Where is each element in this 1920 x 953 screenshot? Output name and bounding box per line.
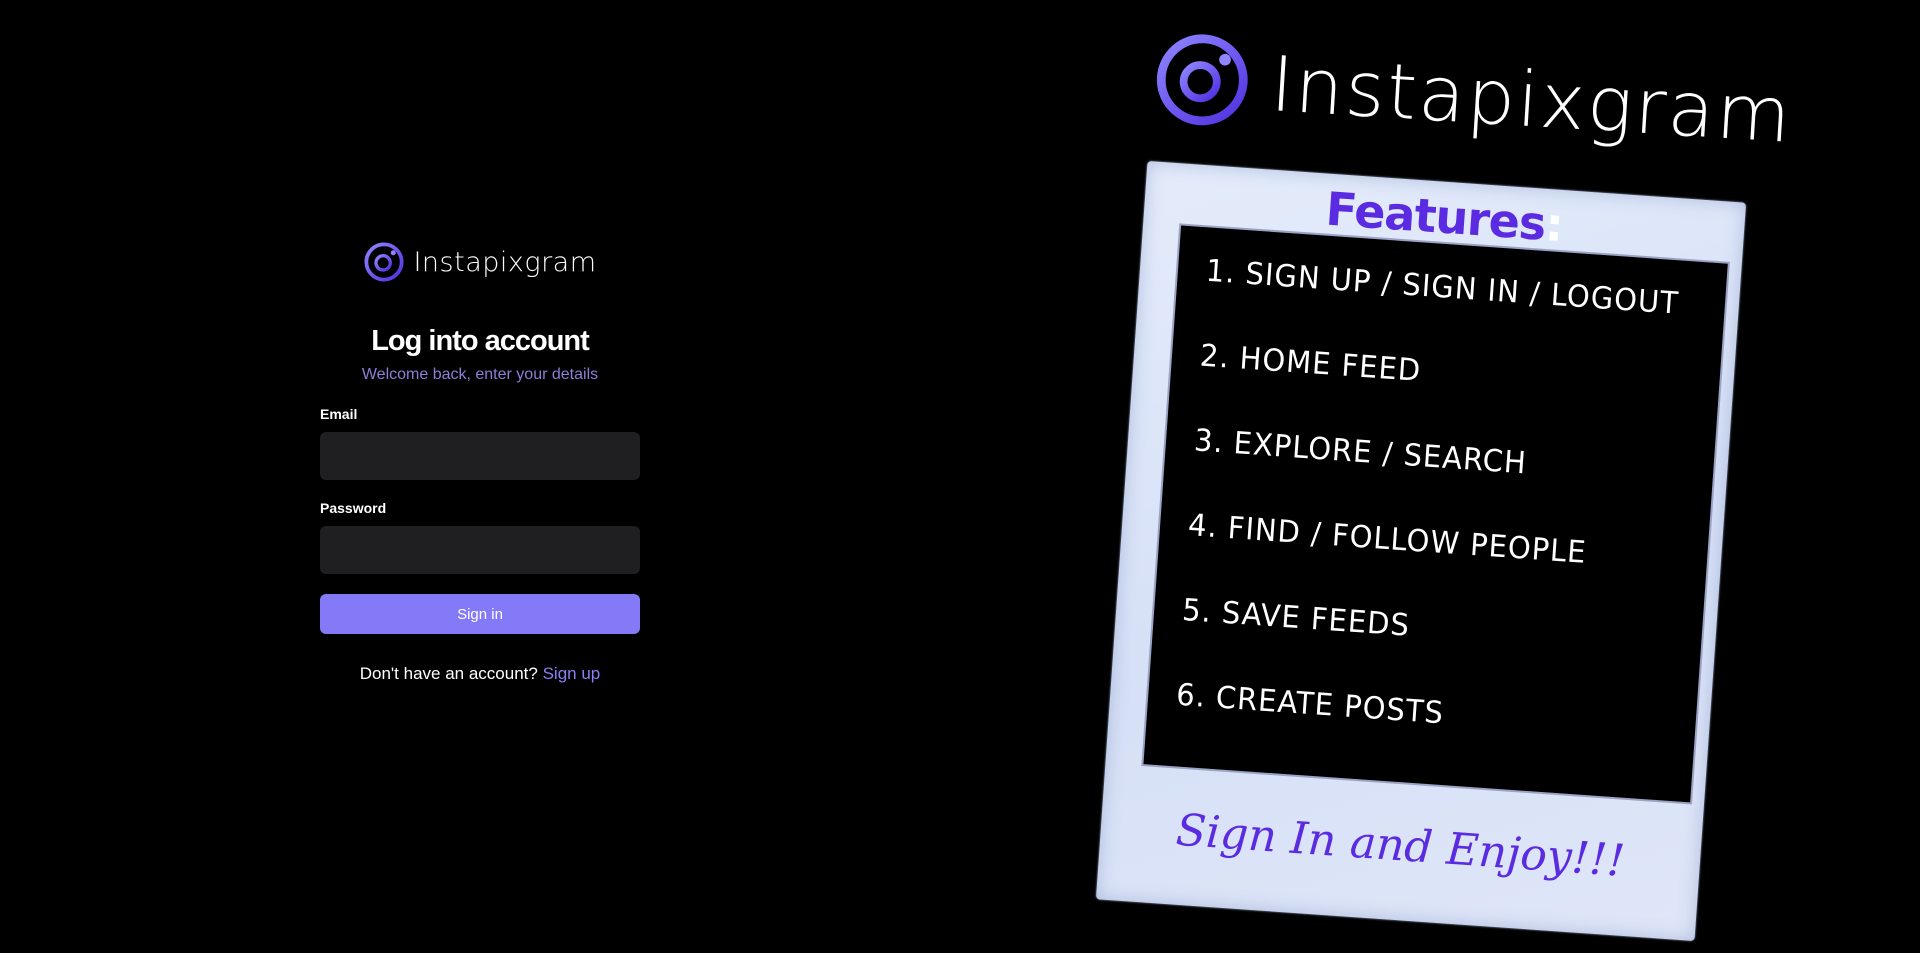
feature-number: 2.: [1198, 337, 1231, 375]
features-polaroid: Features: 1. Sign up / Sign in / Logout 2…: [1095, 160, 1747, 942]
feature-text: Save feeds: [1220, 594, 1412, 644]
signup-row: Don't have an account? Sign up: [320, 664, 640, 684]
sign-in-button[interactable]: Sign in: [320, 594, 640, 634]
instapixgram-logo-icon: [364, 242, 404, 282]
feature-text: Home feed: [1238, 339, 1423, 389]
promo-brand-name: Instapixgram: [1268, 39, 1796, 160]
login-panel: Instapixgram Log into account Welcome ba…: [320, 240, 640, 684]
email-label: Email: [320, 406, 358, 422]
feature-number: 6.: [1175, 676, 1208, 715]
feature-number: 1.: [1204, 252, 1237, 291]
features-title-colon: :: [1543, 196, 1565, 253]
page-subtitle: Welcome back, enter your details: [361, 366, 599, 383]
features-photo: 1. Sign up / Sign in / Logout 2. Home feed…: [1143, 225, 1728, 803]
login-page: Instapixgram Log into account Welcome ba…: [0, 0, 1920, 953]
brand-name: Instapixgram: [413, 246, 597, 278]
password-field[interactable]: [320, 526, 640, 574]
instapixgram-logo-icon: [1156, 33, 1248, 125]
feature-text: Sign up / Sign in / Logout: [1244, 255, 1681, 322]
brand: Instapixgram: [320, 240, 640, 284]
feature-number: 5.: [1181, 591, 1214, 630]
email-field[interactable]: [320, 432, 640, 480]
sign-up-link[interactable]: Sign up: [543, 664, 601, 683]
page-title: Log into account: [371, 325, 590, 357]
feature-number: 4.: [1187, 506, 1220, 545]
feature-list: 1. Sign up / Sign in / Logout 2. Home feed…: [1144, 225, 1728, 796]
signup-prompt: Don't have an account?: [359, 664, 538, 683]
promo-brand: Instapixgram: [1149, 4, 1797, 188]
password-label: Password: [320, 500, 387, 516]
feature-number: 3.: [1192, 421, 1226, 460]
tagline: Sign In and Enjoy!!!: [1174, 804, 1627, 887]
